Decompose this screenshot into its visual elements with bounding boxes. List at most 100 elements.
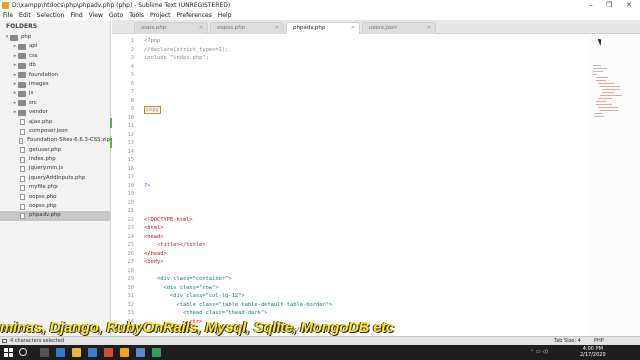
line-number: 8 [130, 97, 134, 104]
menu-find[interactable]: Find [70, 12, 82, 19]
windows-start-icon[interactable] [4, 348, 13, 357]
tab-oopss[interactable]: oopss.php ✕ [210, 22, 284, 34]
app-taskbar-icon[interactable] [136, 348, 145, 357]
folder-item[interactable]: ▾ php [0, 33, 110, 42]
folder-icon [18, 62, 26, 69]
menu-goto[interactable]: Goto [109, 12, 123, 19]
file-item[interactable]: Foundation-Sites-6.6.3-CSS.zip [0, 136, 110, 145]
folder-item[interactable]: ▸ foundation [0, 71, 110, 80]
app-taskbar-icon[interactable] [152, 348, 161, 357]
tab-label: oopss.php [217, 25, 246, 31]
code-line[interactable]: <html> [144, 225, 163, 231]
code-line[interactable]: <title></title> [144, 242, 206, 248]
code-line[interactable]: <table class="table table-default table-… [144, 302, 332, 308]
close-icon[interactable]: ✕ [275, 23, 279, 34]
line-number: 4 [130, 63, 134, 70]
line-number-gutter: 1 2 3 4 5 6 7 8 9 10 11 12 13 14 15 16 17 18 19 20 21 22 23 24 2… [112, 35, 135, 336]
file-item[interactable]: jqueryAddInputs.php [0, 174, 110, 183]
code-text: include "index.php"; [144, 55, 209, 61]
code-line[interactable]: include "index.php"; [144, 55, 209, 61]
code-line[interactable]: <body> [144, 259, 163, 265]
menu-project[interactable]: Project [150, 12, 171, 19]
file-item[interactable]: oopss.php [0, 202, 110, 211]
tree-item-label: Foundation-Sites-6.6.3-CSS.zip [27, 137, 110, 144]
menu-tools[interactable]: Tools [129, 12, 144, 19]
line-number: 15 [127, 157, 135, 163]
clock[interactable]: 4:00 PM 2/17/2020 [580, 346, 606, 358]
menu-selection[interactable]: Selection [37, 12, 65, 19]
file-item[interactable]: index.php [0, 155, 110, 164]
window-title: D:\xampp\htdocs\php\phpadv.php (php) - S… [12, 1, 231, 9]
file-item[interactable]: getuser.php [0, 146, 110, 155]
line-number: 10 [127, 114, 135, 121]
panel-toggle-icon[interactable] [2, 339, 7, 343]
line-number: 32 [127, 301, 135, 308]
system-tray[interactable]: ⌃ ▭ ◁) [530, 349, 548, 355]
line-number: 18 [127, 182, 135, 189]
file-item[interactable]: composer.json [0, 127, 110, 136]
file-explorer-icon[interactable] [72, 348, 81, 357]
code-line[interactable]: ©opy [144, 106, 161, 114]
code-line[interactable]: <?php [144, 38, 160, 44]
menu-help[interactable]: Help [218, 12, 232, 19]
folder-item[interactable]: ▸ api [0, 42, 110, 51]
minimap-line [598, 98, 612, 99]
folder-item[interactable]: ▸ vendor [0, 108, 110, 117]
tree-item-label: js [29, 90, 34, 97]
code-text: <div class="container"> [144, 276, 232, 282]
menu-edit[interactable]: Edit [19, 12, 31, 19]
code-line[interactable]: </head> [144, 251, 167, 257]
syntax-selector[interactable]: PHP [594, 337, 604, 345]
code-line[interactable]: <!DOCTYPE html> [144, 217, 193, 223]
menu-preferences[interactable]: Preferences [177, 12, 212, 19]
close-icon[interactable]: ✕ [351, 23, 355, 34]
store-icon[interactable] [88, 348, 97, 357]
minimap-line [598, 107, 618, 108]
file-item[interactable]: oopss.php [0, 193, 110, 202]
close-button[interactable]: ✕ [620, 0, 638, 10]
code-line[interactable]: <thead class="thead-dark"> [144, 310, 267, 316]
minimize-button[interactable]: – [582, 0, 600, 10]
line-number: 20 [127, 199, 135, 206]
code-text: <thead class="thead-dark"> [144, 310, 268, 316]
menu-view[interactable]: View [89, 12, 103, 19]
line-number: 27 [127, 259, 135, 265]
folder-icon [18, 91, 26, 98]
tab-phpadv[interactable]: phpadv.php ✕ [286, 22, 360, 34]
code-line[interactable]: <div class="container"> [144, 276, 232, 282]
tab-oops[interactable]: oops.php ✕ [134, 22, 208, 34]
code-line[interactable]: <head> [144, 234, 163, 240]
folder-icon [18, 53, 26, 60]
chrome-icon[interactable] [104, 348, 113, 357]
folder-item[interactable]: ▸ db [0, 61, 110, 70]
file-item[interactable]: phpadv.php [0, 211, 110, 221]
folder-item[interactable]: ▸ src [0, 99, 110, 108]
folder-item[interactable]: ▸ js [0, 89, 110, 98]
code-line[interactable]: <div class="col-lg-12"> [144, 293, 245, 299]
tab-users-json[interactable]: users.json ✕ [362, 22, 436, 34]
edge-browser-icon[interactable] [56, 348, 65, 357]
close-icon[interactable]: ✕ [427, 23, 431, 34]
file-icon [18, 137, 24, 144]
code-editor[interactable]: 1 2 3 4 5 6 7 8 9 10 11 12 13 14 15 16 17 18 19 20 21 22 23 24 2… [112, 35, 588, 336]
code-line[interactable]: <div class="row"> [144, 285, 218, 291]
line-number: 2 [130, 46, 134, 53]
menu-file[interactable]: File [3, 12, 13, 19]
code-line[interactable]: //declare(strict_types=1); [144, 47, 228, 53]
folder-item[interactable]: ▸ css [0, 52, 110, 61]
close-icon[interactable]: ✕ [199, 23, 203, 34]
task-view-icon[interactable] [40, 348, 49, 357]
code-line[interactable]: ?> [144, 183, 151, 189]
minimap[interactable] [588, 35, 640, 336]
search-icon[interactable] [19, 348, 27, 356]
file-item[interactable]: ajax.php [0, 118, 110, 127]
code-text: <title></title> [144, 242, 206, 248]
line-number: 13 [127, 140, 135, 146]
line-number: 25 [127, 242, 135, 248]
sublime-taskbar-icon[interactable] [120, 348, 129, 357]
file-item[interactable]: jquery.min.js [0, 164, 110, 173]
folder-item[interactable]: ▸ images [0, 80, 110, 89]
file-item[interactable]: myfile.php [0, 183, 110, 192]
tab-size-selector[interactable]: Tab Size: 4 [554, 337, 581, 345]
maximize-button[interactable]: ❐ [600, 0, 618, 10]
